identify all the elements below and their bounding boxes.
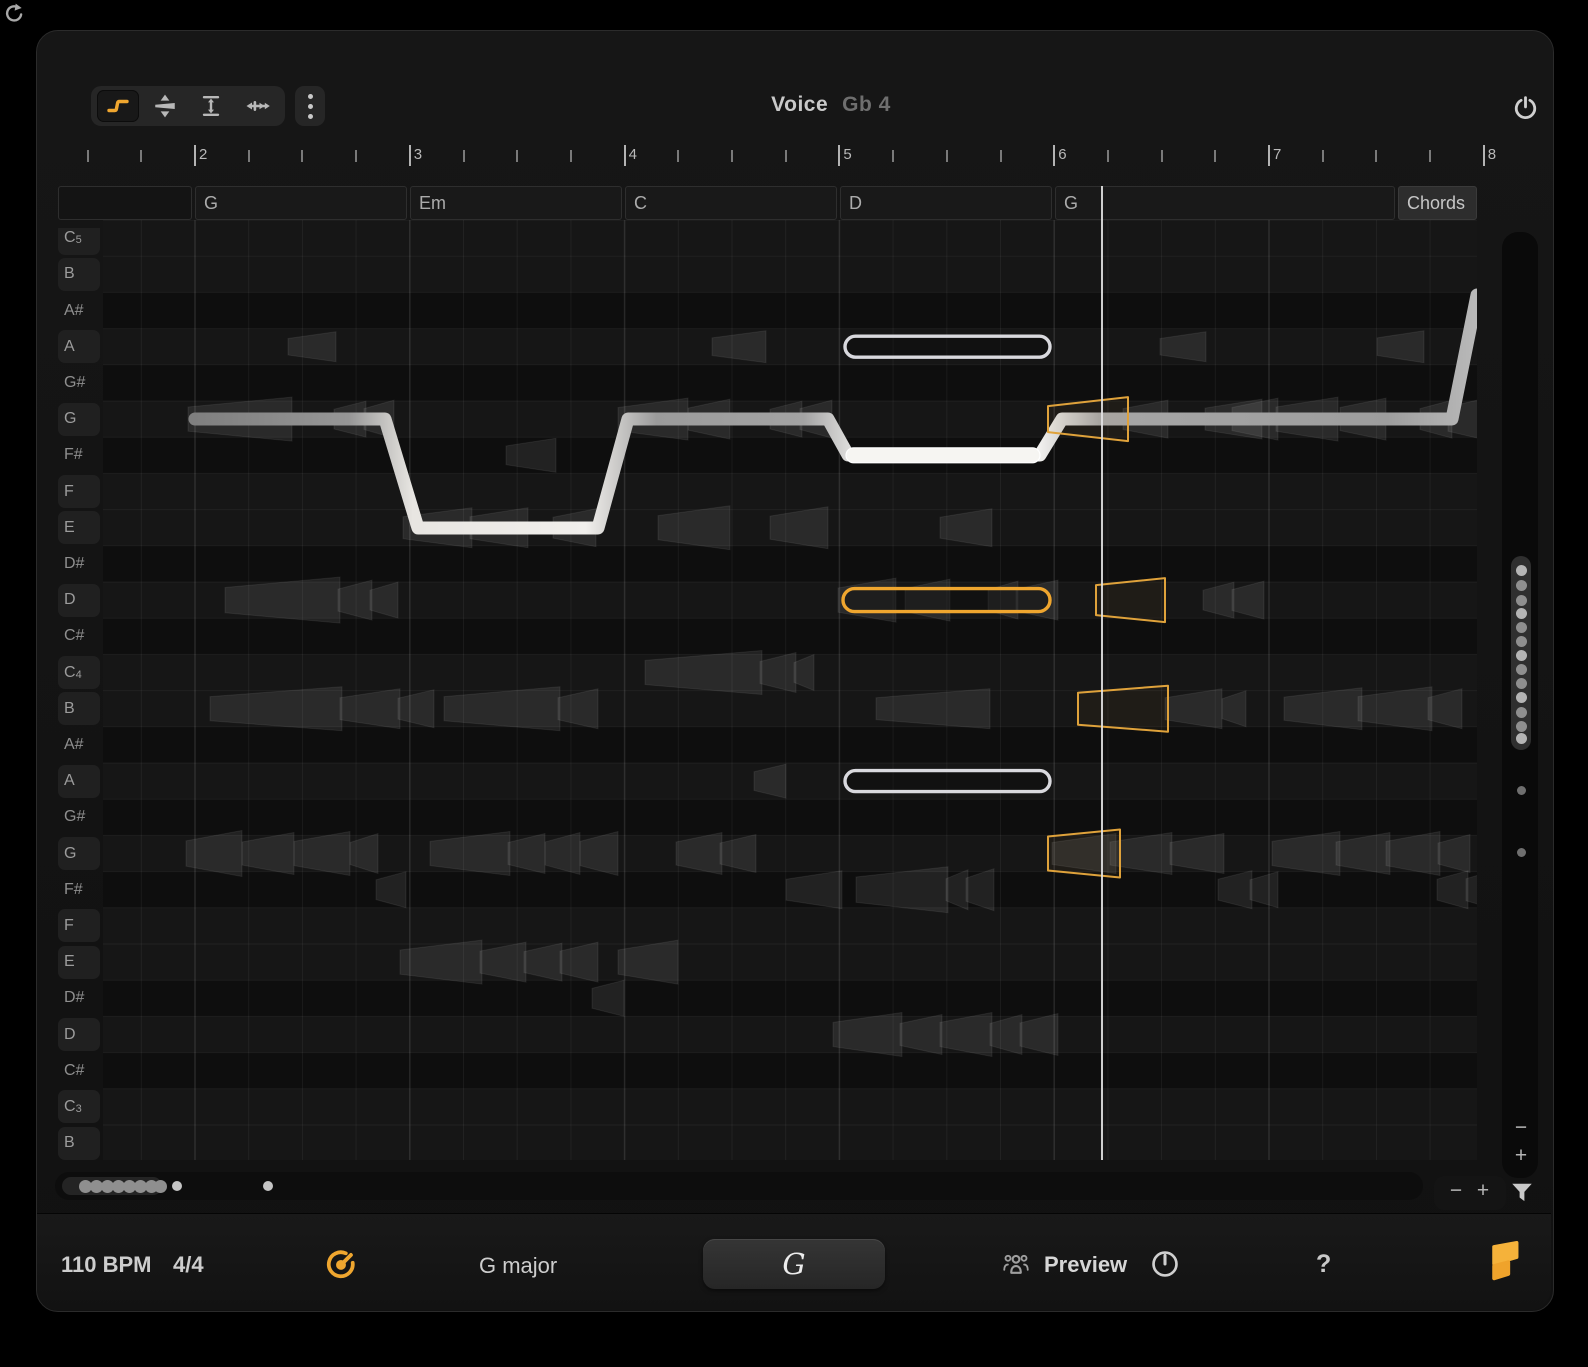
grid-row [103,763,1477,799]
piano-key-label: B [58,1127,100,1160]
piano-key-label: F# [58,439,100,472]
piano-key-label: C# [58,1054,100,1087]
overview-dot [1516,580,1527,591]
playhead[interactable] [1101,186,1103,1160]
overview-dot [1516,733,1527,744]
overview-dot [263,1181,273,1191]
overview-dot [1516,636,1527,647]
grid-row [103,799,1477,835]
grid-row [103,437,1477,473]
active-note-pill[interactable] [846,448,1040,463]
grid-row [103,473,1477,509]
preview-gauge-button[interactable] [1149,1248,1181,1285]
horizontal-zoom-group: − + [1434,1176,1506,1210]
grid-row [103,1089,1477,1125]
ghost-note-wedge[interactable] [1484,839,1497,869]
overview-dot [1517,786,1526,795]
help-button[interactable]: ? [1316,1250,1331,1279]
piano-key-label: G# [58,366,100,399]
piano-key-label: G [58,837,100,870]
grid-row [103,727,1477,763]
grid-row [103,292,1477,328]
horizontal-overview-rail[interactable] [55,1172,1423,1200]
overview-dot [1516,721,1527,732]
gauge-icon [1149,1248,1181,1280]
chord-tone-note[interactable] [845,771,1050,792]
metronome-button[interactable] [323,1246,359,1287]
metronome-dial-icon [323,1246,359,1282]
overview-dot [1516,608,1527,619]
suggested-note-wedge[interactable] [1078,686,1168,732]
piano-key-label: D [58,1018,100,1051]
piano-key-label: D# [58,547,100,580]
piano-key-label: B [58,692,100,725]
grid-row [103,256,1477,292]
vertical-zoom-in-button[interactable]: + [1501,1144,1541,1168]
overview-dot [1516,595,1527,606]
transport-bar: 110 BPM 4/4 G major G Preview [37,1213,1551,1310]
filter-funnel-icon [1509,1180,1535,1206]
piano-key-label: F [58,475,100,508]
grid-row [103,1016,1477,1052]
grid-row [103,980,1477,1016]
horizontal-zoom-in-button[interactable]: + [1463,1179,1503,1203]
piano-key-label: E [58,946,100,979]
piano-key-label: F [58,909,100,942]
overview-dot [1516,650,1527,661]
overview-dot [1516,678,1527,689]
chord-play-button[interactable]: G [703,1239,885,1289]
piano-roll-grid[interactable] [0,0,1588,1367]
grid-row [103,618,1477,654]
overview-dot [1516,565,1527,576]
time-signature-readout[interactable]: 4/4 [173,1252,204,1278]
piano-key-label: A# [58,728,100,761]
overview-dot [1516,664,1527,675]
piano-key-label: A [58,330,100,363]
overview-dot [1516,622,1527,633]
piano-key-label: D [58,584,100,617]
piano-key-label: C5 [58,228,100,255]
piano-key-label: A# [58,294,100,327]
piano-key-label: F# [58,873,100,906]
suggested-note-wedge[interactable] [1048,830,1120,878]
piano-key-label: C4 [58,656,100,689]
piano-key-label: A [58,765,100,798]
bpm-readout[interactable]: 110 BPM [61,1252,152,1278]
preview-button[interactable]: Preview [1044,1252,1127,1278]
grid-row [103,220,1477,256]
overview-dot [172,1181,182,1191]
grid-row [103,546,1477,582]
piano-key-label: C# [58,620,100,653]
piano-key-label: G# [58,801,100,834]
overview-dot [1517,848,1526,857]
piano-key-label: C3 [58,1090,100,1123]
grid-row [103,1125,1477,1161]
grid-row [103,908,1477,944]
vertical-zoom-out-button[interactable]: − [1501,1116,1541,1140]
piano-key-label: D# [58,982,100,1015]
grid-row [103,944,1477,980]
collaborators-icon [1000,1249,1032,1284]
piano-key-column: C5BA#AG#GF#FED#DC#C4BA#AG#GF#FED#DC#C3B [0,228,110,1160]
chord-tone-note[interactable] [843,589,1050,612]
piano-key-label: G [58,403,100,436]
song-key-readout[interactable]: G major [479,1253,557,1279]
overview-dot [1516,692,1527,703]
piano-key-label: B [58,258,100,291]
chord-play-label: G [782,1247,805,1281]
chord-tone-note[interactable] [845,336,1050,357]
suggested-note-wedge[interactable] [1096,578,1165,622]
grid-row [103,365,1477,401]
plugin-screenshot: VoiceGb 4 2345678 GEmCDGChords [0,0,1588,1367]
filter-button[interactable] [1506,1174,1538,1212]
brand-logo-icon[interactable] [1477,1241,1521,1290]
overview-dot [154,1180,167,1193]
grid-row [103,1053,1477,1089]
overview-dot [1516,707,1527,718]
piano-key-label: E [58,511,100,544]
